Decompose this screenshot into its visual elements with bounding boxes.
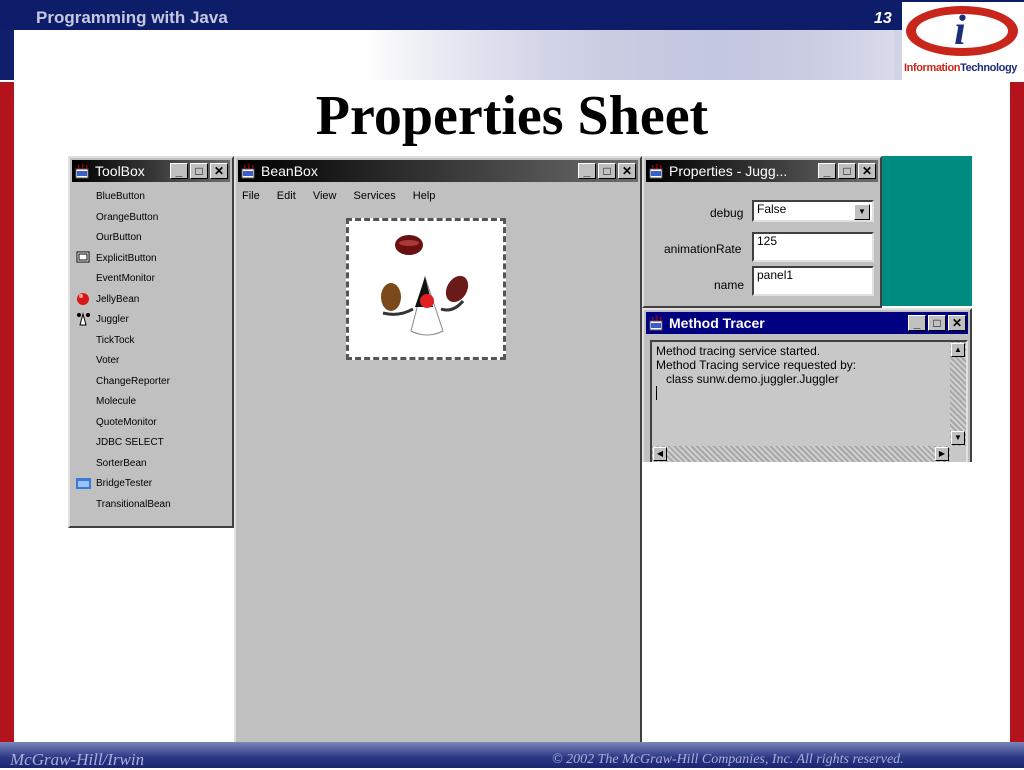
- toolbox-item-label: EventMonitor: [96, 273, 155, 284]
- dropdown-arrow-icon[interactable]: ▼: [854, 204, 870, 220]
- toolbox-item-label: JellyBean: [96, 293, 140, 305]
- empty-desktop-area: [642, 462, 972, 742]
- debug-label: debug: [710, 206, 744, 220]
- toolbox-item-label: BridgeTester: [96, 478, 153, 489]
- maximize-button[interactable]: □: [598, 163, 616, 179]
- scroll-up-icon[interactable]: ▲: [951, 343, 965, 357]
- animation-rate-label: animationRate: [664, 242, 742, 256]
- properties-title: Properties - Jugg...: [669, 163, 788, 179]
- right-red-bar: [1010, 82, 1024, 742]
- toolbox-item-label: BlueButton: [96, 191, 145, 202]
- header-fade: [14, 30, 894, 82]
- toolbox-titlebar[interactable]: ToolBox _ □ ✕: [72, 160, 230, 182]
- scroll-right-icon[interactable]: ▶: [935, 447, 949, 461]
- debug-select[interactable]: False ▼: [752, 200, 874, 222]
- publisher-footer: McGraw-Hill/Irwin: [10, 750, 145, 769]
- name-input[interactable]: panel1: [752, 266, 874, 296]
- juggler-bean[interactable]: [346, 218, 506, 360]
- toolbox-item-label: Voter: [96, 355, 120, 366]
- toolbox-item-label: TransitionalBean: [96, 498, 171, 510]
- menu-help[interactable]: Help: [413, 190, 436, 202]
- java-cup-icon: [240, 163, 258, 179]
- minimize-button[interactable]: _: [170, 163, 188, 179]
- toolbox-item-label: ExplicitButton: [96, 252, 157, 264]
- minimize-button[interactable]: _: [908, 315, 926, 331]
- minimize-button[interactable]: _: [578, 163, 596, 179]
- debug-value: False: [757, 202, 787, 216]
- maximize-button[interactable]: □: [190, 163, 208, 179]
- page-number: 13: [874, 10, 892, 27]
- toolbox-item-label: OrangeButton: [96, 211, 159, 223]
- beanbox-window: BeanBox _ □ ✕ File Edit View Services He…: [234, 156, 642, 744]
- toolbox-item-label: SorterBean: [96, 457, 147, 469]
- properties-titlebar[interactable]: Properties - Jugg... _ □ ✕: [646, 160, 878, 182]
- close-button[interactable]: ✕: [858, 163, 876, 179]
- tracer-output[interactable]: Method tracing service started. Method T…: [650, 340, 968, 464]
- close-button[interactable]: ✕: [210, 163, 228, 179]
- beanbox-menubar: File Edit View Services Help: [242, 190, 449, 202]
- logo-text: InformationTechnology: [904, 62, 1018, 74]
- tracer-line: class sunw.demo.juggler.Juggler: [656, 372, 839, 386]
- course-title: Programming with Java: [36, 8, 228, 27]
- tracer-line: Method tracing service started.: [656, 344, 821, 358]
- toolbox-item-label: Juggler: [96, 314, 129, 325]
- menu-file[interactable]: File: [242, 190, 260, 202]
- juggler-duke-image: [381, 235, 469, 336]
- close-button[interactable]: ✕: [618, 163, 636, 179]
- minimize-button[interactable]: _: [818, 163, 836, 179]
- method-tracer-window: Method Tracer _ □ ✕ Method tracing servi…: [642, 308, 972, 464]
- toolbox-item-label: QuoteMonitor: [96, 416, 157, 428]
- left-red-bar: [0, 82, 14, 742]
- beanbox-titlebar[interactable]: BeanBox _ □ ✕: [238, 160, 638, 182]
- toolbox-item-label: TickTock: [96, 334, 135, 346]
- maximize-button[interactable]: □: [838, 163, 856, 179]
- toolbox-title: ToolBox: [95, 163, 145, 179]
- copyright-footer: © 2002 The McGraw-Hill Companies, Inc. A…: [552, 752, 904, 767]
- bridge-icon: [76, 475, 91, 490]
- java-cup-icon: [74, 163, 92, 179]
- text-cursor: [656, 386, 657, 400]
- toolbox-item-label: JDBC SELECT: [96, 437, 164, 448]
- button-icon: [76, 250, 91, 265]
- toolbox-window: ToolBox _ □ ✕ BlueButton OrangeButton OurB…: [68, 156, 234, 528]
- properties-window: Properties - Jugg... _ □ ✕ debug False ▼…: [642, 156, 882, 308]
- menu-edit[interactable]: Edit: [277, 190, 296, 202]
- beanbox-title: BeanBox: [261, 163, 318, 179]
- slide-title: Properties Sheet: [315, 85, 709, 147]
- logo-i-glyph: i: [954, 8, 966, 54]
- method-tracer-titlebar[interactable]: Method Tracer _ □ ✕: [646, 312, 968, 334]
- animation-rate-input[interactable]: 125: [752, 232, 874, 262]
- menu-view[interactable]: View: [313, 190, 337, 202]
- scroll-down-icon[interactable]: ▼: [951, 431, 965, 445]
- method-tracer-title: Method Tracer: [669, 315, 765, 331]
- close-button[interactable]: ✕: [948, 315, 966, 331]
- toolbox-item-label: ChangeReporter: [96, 375, 170, 387]
- desktop-background: [882, 156, 972, 306]
- menu-services[interactable]: Services: [354, 190, 396, 202]
- java-cup-icon: [648, 315, 666, 331]
- name-label: name: [714, 278, 745, 292]
- scroll-left-icon[interactable]: ◀: [653, 447, 667, 461]
- vertical-scrollbar[interactable]: ▲ ▼: [950, 342, 966, 446]
- tracer-line: Method Tracing service requested by:: [656, 358, 857, 372]
- maximize-button[interactable]: □: [928, 315, 946, 331]
- information-technology-logo: i InformationTechnology: [902, 2, 1024, 80]
- toolbox-item-label: Molecule: [96, 396, 137, 407]
- horizontal-scrollbar[interactable]: ◀ ▶: [652, 446, 950, 462]
- toolbox-item-label: OurButton: [96, 232, 142, 243]
- jellybean-icon: [76, 291, 91, 306]
- juggler-icon: [76, 311, 91, 326]
- java-cup-icon: [648, 163, 666, 179]
